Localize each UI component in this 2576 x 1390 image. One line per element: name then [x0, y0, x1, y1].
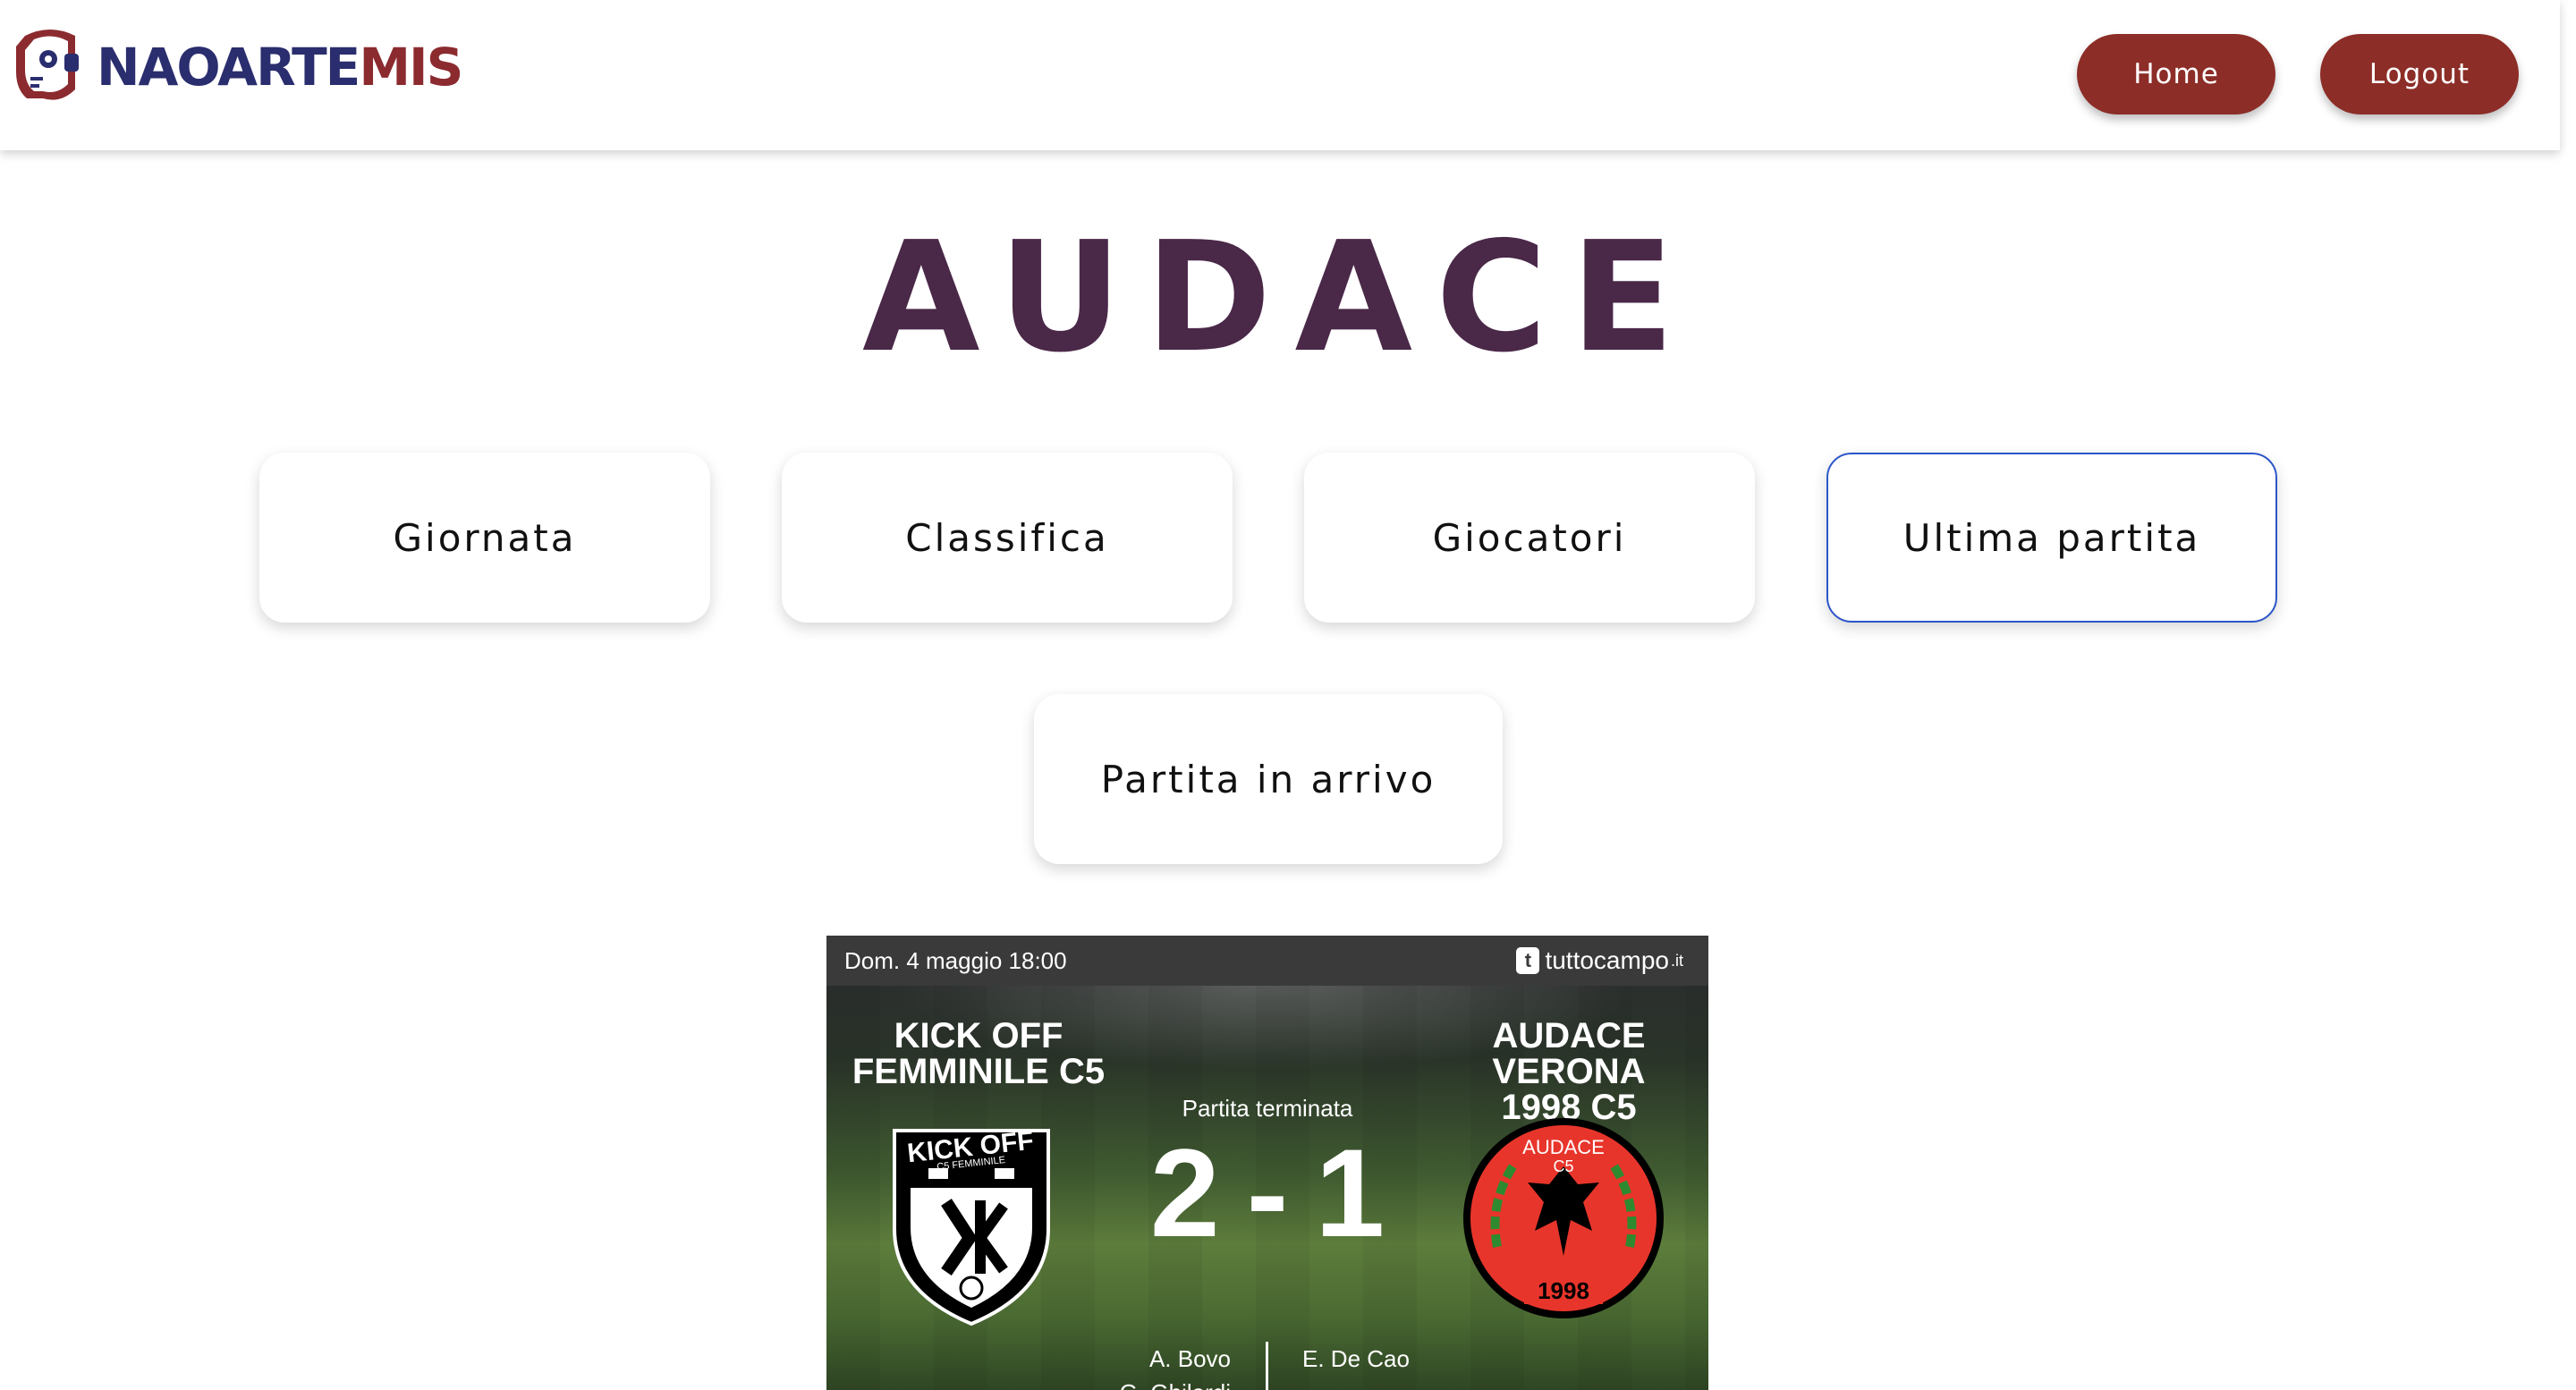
scorer-item: E. De Cao — [1302, 1345, 1410, 1372]
svg-text:1998: 1998 — [1538, 1277, 1589, 1304]
scorers-divider — [1266, 1342, 1268, 1390]
away-scorers-list: E. De Cao — [1302, 1342, 1410, 1376]
logo-wordmark: NAOARTEMIS — [97, 37, 463, 97]
score-separator: - — [1246, 1123, 1289, 1263]
away-score: 1 — [1315, 1123, 1385, 1263]
home-score: 2 — [1149, 1123, 1220, 1263]
top-header: NAOARTEMIS Home Logout — [0, 0, 2560, 150]
menu-card-giocatori[interactable]: Giocatori — [1304, 453, 1755, 623]
home-scorers-list: A. Bovo G. Ghilardi — [1120, 1342, 1231, 1390]
scorer-item: G. Ghilardi — [1120, 1376, 1231, 1390]
site-logo[interactable]: NAOARTEMIS — [7, 27, 472, 107]
svg-text:AUDACE: AUDACE — [1522, 1136, 1605, 1158]
home-button[interactable]: Home — [2077, 34, 2275, 114]
home-team-name: KICK OFF FEMMINILE C5 — [852, 1016, 1106, 1091]
scorer-item: A. Bovo — [1148, 1345, 1231, 1372]
tuttocampo-icon: t — [1516, 947, 1540, 974]
menu-card-giornata[interactable]: Giornata — [259, 453, 710, 623]
page: NAOARTEMIS Home Logout AUDACE Giornata C… — [0, 0, 2576, 1390]
logout-button[interactable]: Logout — [2320, 34, 2519, 114]
menu-card-classifica[interactable]: Classifica — [782, 453, 1233, 623]
brand-tld: .it — [1670, 951, 1683, 970]
menu-card-partita-in-arrivo[interactable]: Partita in arrivo — [1034, 694, 1503, 864]
svg-text:C5: C5 — [1553, 1157, 1573, 1175]
widget-top-bar: Dom. 4 maggio 18:00 t tuttocampo .it — [826, 936, 1708, 986]
match-result-widget[interactable]: Dom. 4 maggio 18:00 t tuttocampo .it KIC… — [826, 936, 1708, 1390]
menu-card-ultima-partita[interactable]: Ultima partita — [1826, 453, 2277, 623]
match-date: Dom. 4 maggio 18:00 — [844, 947, 1067, 974]
tuttocampo-brand[interactable]: t tuttocampo .it — [1516, 936, 1683, 986]
page-title: AUDACE — [862, 209, 1698, 386]
brand-name: tuttocampo — [1545, 946, 1669, 974]
away-team-crest-icon: AUDACE C5 1998 — [1463, 1118, 1664, 1318]
robot-head-icon — [16, 30, 79, 100]
